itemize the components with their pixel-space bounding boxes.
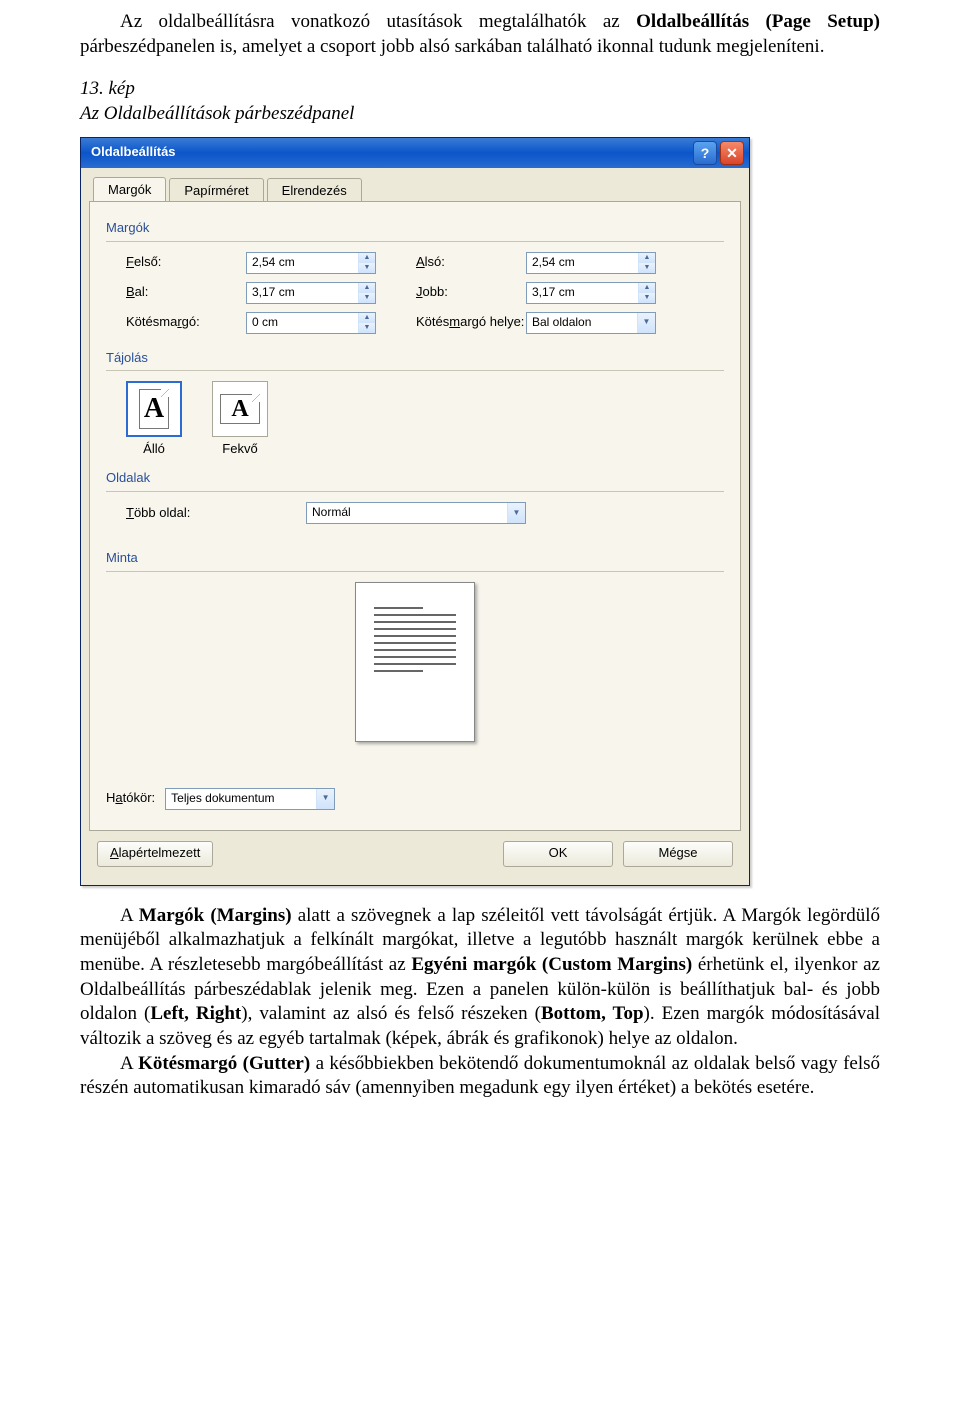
paragraph-2: A Margók (Margins) alatt a szövegnek a l… (80, 904, 880, 1052)
tab-margins[interactable]: Margók (93, 177, 166, 203)
spin-down-icon[interactable]: ▼ (639, 293, 655, 303)
dialog-title: Oldalbeállítás (91, 144, 690, 161)
orientation-landscape[interactable]: A Fekvő (212, 381, 268, 458)
section-margins-label: Margók (106, 220, 724, 237)
label-top: Felső: (126, 254, 246, 271)
spin-up-icon[interactable]: ▲ (359, 253, 375, 263)
ok-button[interactable]: OK (503, 841, 613, 867)
chevron-down-icon[interactable]: ▼ (507, 503, 525, 523)
input-left-margin[interactable]: 3,17 cm ▲▼ (246, 282, 376, 304)
label-gutter: Kötésmargó: (126, 314, 246, 331)
input-bottom-margin[interactable]: 2,54 cm ▲▼ (526, 252, 656, 274)
cancel-button[interactable]: Mégse (623, 841, 733, 867)
figure-caption: 13. kép Az Oldalbeállítások párbeszédpan… (80, 77, 880, 126)
paragraph-3: A Kötésmargó (Gutter) a későbbiekben bek… (80, 1052, 880, 1101)
page-setup-dialog: Oldalbeállítás ? ✕ Margók Papírméret Elr… (80, 137, 750, 886)
select-multi-pages[interactable]: Normál ▼ (306, 502, 526, 524)
spin-down-icon[interactable]: ▼ (639, 263, 655, 273)
label-right: Jobb: (376, 284, 526, 301)
spin-up-icon[interactable]: ▲ (639, 283, 655, 293)
chevron-down-icon[interactable]: ▼ (316, 789, 334, 809)
label-bottom: Alsó: (376, 254, 526, 271)
section-pages-label: Oldalak (106, 470, 724, 487)
default-button[interactable]: Alapértelmezett (97, 841, 213, 867)
paragraph-1: Az oldalbeállításra vonatkozó utasítások… (80, 10, 880, 59)
chevron-down-icon[interactable]: ▼ (637, 313, 655, 333)
spin-up-icon[interactable]: ▲ (639, 253, 655, 263)
label-left: Bal: (126, 284, 246, 301)
spin-up-icon[interactable]: ▲ (359, 283, 375, 293)
spin-down-icon[interactable]: ▼ (359, 323, 375, 333)
tab-strip: Margók Papírméret Elrendezés (89, 176, 741, 202)
tab-panel-margins: Margók Felső: 2,54 cm ▲▼ Alsó: 2,54 cm ▲… (89, 201, 741, 831)
help-icon[interactable]: ? (693, 141, 717, 165)
spin-up-icon[interactable]: ▲ (359, 313, 375, 323)
landscape-icon: A (212, 381, 268, 437)
label-gutter-pos: Kötésmargó helye: (376, 314, 526, 331)
page-preview-icon (355, 582, 475, 742)
input-gutter[interactable]: 0 cm ▲▼ (246, 312, 376, 334)
input-top-margin[interactable]: 2,54 cm ▲▼ (246, 252, 376, 274)
orientation-portrait[interactable]: A Álló (126, 381, 182, 458)
close-icon[interactable]: ✕ (720, 141, 744, 165)
spin-down-icon[interactable]: ▼ (359, 293, 375, 303)
input-right-margin[interactable]: 3,17 cm ▲▼ (526, 282, 656, 304)
select-gutter-position[interactable]: Bal oldalon ▼ (526, 312, 656, 334)
spin-down-icon[interactable]: ▼ (359, 263, 375, 273)
label-scope: Hatókör: (106, 790, 155, 807)
dialog-titlebar[interactable]: Oldalbeállítás ? ✕ (81, 138, 749, 168)
portrait-icon: A (126, 381, 182, 437)
section-preview-label: Minta (106, 550, 724, 567)
section-orientation-label: Tájolás (106, 350, 724, 367)
select-scope[interactable]: Teljes dokumentum ▼ (165, 788, 335, 810)
label-multi-pages: Több oldal: (126, 505, 306, 522)
